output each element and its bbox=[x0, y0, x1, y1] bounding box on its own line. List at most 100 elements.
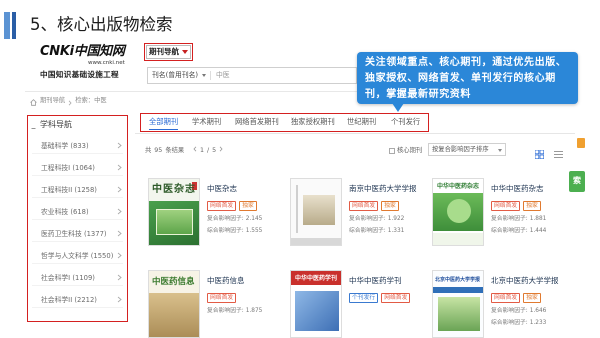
journal-title-link[interactable]: 中医药信息 bbox=[207, 276, 245, 285]
search-field-select[interactable]: 刊名(曾用刊名) bbox=[152, 71, 198, 80]
impact-label: 复合影响因子: bbox=[207, 308, 244, 314]
nav-select-box: 期刊导航 bbox=[146, 45, 191, 59]
sidebar-item-label: 工程科技II (1258) bbox=[41, 185, 97, 194]
tab-3[interactable]: 网络首发期刊 bbox=[235, 114, 279, 130]
tabs-divider bbox=[135, 133, 575, 134]
sidebar-item[interactable]: 社会科学II (2212) bbox=[32, 292, 123, 308]
subject-navigation-panel: 学科导航 基础科学 (833) 工程科技I (1064) 工程科技II (1258)… bbox=[27, 115, 128, 322]
sidebar-item[interactable]: 哲学与人文科学 (1550) bbox=[32, 248, 123, 264]
tag-badge: 个刊发行 bbox=[349, 293, 379, 303]
tab-2[interactable]: 学术期刊 bbox=[192, 114, 221, 130]
side-search-label: 索 bbox=[573, 176, 581, 185]
impact-label: 综合影响因子: bbox=[207, 228, 244, 234]
tab-4[interactable]: 独家授权期刊 bbox=[291, 114, 335, 130]
journal-card: 北京中医药大学学报 北京中医药大学学报 网络首发 独家 复合影响因子: 1.646 综合影响… bbox=[432, 270, 567, 338]
cnki-logo[interactable]: CNKi中国知网 www.cnki.net 中国知识基础设施工程 bbox=[38, 44, 132, 82]
tag-badge: 独家 bbox=[523, 201, 541, 211]
slide: 5、核心出版物检索 CNKi中国知网 www.cnki.net 中国知识基础设施… bbox=[0, 0, 600, 338]
sidebar-item[interactable]: 工程科技I (1064) bbox=[32, 160, 123, 176]
callout-text: 关注领域重点、核心期刊，通过优先出版、独家授权、网络首发、单刊发行的核心期刊，掌… bbox=[365, 57, 567, 100]
journal-cover[interactable]: 中医杂志 bbox=[148, 178, 200, 246]
journal-cover[interactable] bbox=[290, 178, 342, 246]
impact-value: 1.881 bbox=[529, 216, 547, 222]
sidebar-title: 学科导航 bbox=[40, 120, 72, 129]
prev-page-icon[interactable] bbox=[193, 146, 197, 155]
impact-value: 1.233 bbox=[529, 320, 547, 326]
cover-photo bbox=[438, 297, 480, 331]
pager: 1 / 5 bbox=[193, 146, 223, 155]
journal-tags: 网络首发 独家 bbox=[491, 293, 541, 303]
chevron-right-icon bbox=[117, 252, 123, 259]
impact-value: 1.444 bbox=[529, 228, 547, 234]
caret-down-icon bbox=[182, 50, 188, 54]
cover-photo bbox=[295, 291, 339, 331]
cover-title-text: 中华中医药学刊 bbox=[295, 275, 338, 282]
tab-6[interactable]: 个刊发行 bbox=[391, 114, 420, 130]
current-page: 1 bbox=[200, 147, 205, 154]
journal-card: 中医药信息 中医药信息 网络首发 复合影响因子: 1.875 bbox=[148, 270, 283, 338]
impact-value: 1.555 bbox=[245, 228, 263, 234]
journal-title-link[interactable]: 中华中医药学刊 bbox=[349, 276, 402, 285]
grid-view-icon[interactable] bbox=[534, 144, 545, 163]
core-journal-checkbox[interactable] bbox=[389, 147, 395, 154]
caret-down-icon bbox=[202, 74, 206, 77]
journal-nav-select[interactable]: 期刊导航 bbox=[144, 43, 193, 61]
sidebar-item[interactable]: 基础科学 (833) bbox=[32, 138, 123, 154]
impact-value: 1.646 bbox=[529, 308, 547, 314]
sidebar-item[interactable]: 农业科技 (618) bbox=[32, 204, 123, 220]
journal-title-link[interactable]: 中华中医药杂志 bbox=[491, 184, 544, 193]
sidebar-item-label: 社会科学I (1109) bbox=[41, 273, 95, 282]
logo-url: www.cnki.net bbox=[88, 60, 125, 66]
cover-photo bbox=[303, 195, 335, 225]
total-pages: 5 bbox=[212, 147, 217, 154]
cover-title-text: 北京中医药大学学报 bbox=[435, 277, 481, 283]
journal-cover[interactable]: 北京中医药大学学报 bbox=[432, 270, 484, 338]
chevron-right-icon bbox=[117, 164, 123, 171]
breadcrumb-current: 检索：中医 bbox=[75, 97, 107, 104]
journal-title-link[interactable]: 北京中医药大学学报 bbox=[491, 276, 559, 285]
page-separator: / bbox=[207, 147, 210, 154]
callout-pointer bbox=[392, 103, 404, 112]
cover-title-text: 中医药信息 bbox=[152, 277, 195, 287]
comprehensive-impact-factor: 综合影响因子: 1.555 bbox=[207, 227, 262, 235]
home-icon[interactable] bbox=[30, 91, 37, 110]
composite-impact-factor: 复合影响因子: 1.922 bbox=[349, 215, 404, 223]
journal-title-link[interactable]: 中医杂志 bbox=[207, 184, 237, 193]
sidebar-item[interactable]: 社会科学I (1109) bbox=[32, 270, 123, 286]
impact-label: 复合影响因子: bbox=[491, 216, 528, 222]
next-page-icon[interactable] bbox=[219, 146, 223, 155]
sidebar-item[interactable]: 医药卫生科技 (1377) bbox=[32, 226, 123, 242]
sidebar-item[interactable]: 工程科技II (1258) bbox=[32, 182, 123, 198]
chevron-right-icon bbox=[117, 208, 123, 215]
chevron-right-icon bbox=[117, 296, 123, 303]
list-view-icon[interactable] bbox=[554, 144, 563, 163]
sidebar-item-label: 医药卫生科技 (1377) bbox=[41, 229, 107, 238]
core-journal-filter[interactable]: 核心期刊 bbox=[389, 146, 422, 155]
breadcrumb-root[interactable]: 期刊导航 bbox=[40, 96, 65, 105]
journal-cover[interactable]: 中医药信息 bbox=[148, 270, 200, 338]
divider bbox=[210, 71, 211, 80]
search-bar: 刊名(曾用刊名) 中医 bbox=[147, 67, 357, 84]
journal-title-link[interactable]: 南京中医药大学学报 bbox=[349, 184, 417, 193]
title-accent-bar bbox=[4, 12, 10, 39]
side-search-button[interactable]: 索 bbox=[569, 171, 585, 192]
tab-1[interactable]: 全部期刊 bbox=[149, 114, 179, 130]
cover-photo bbox=[156, 209, 193, 235]
impact-value: 1.331 bbox=[387, 228, 405, 234]
side-widget-orange[interactable] bbox=[577, 138, 585, 148]
sidebar-item-label: 工程科技I (1064) bbox=[41, 163, 95, 172]
sidebar-header[interactable]: 学科导航 bbox=[31, 119, 72, 131]
cover-footer bbox=[291, 238, 341, 245]
tag-badge: 独家 bbox=[523, 293, 541, 303]
results-total: 95 bbox=[154, 147, 163, 154]
callout-box: 关注领域重点、核心期刊，通过优先出版、独家授权、网络首发、单刊发行的核心期刊，掌… bbox=[357, 52, 578, 104]
tab-5[interactable]: 世纪期刊 bbox=[347, 114, 376, 130]
journal-cover[interactable]: 中华中医药杂志 bbox=[432, 178, 484, 246]
journal-tags: 网络首发 独家 bbox=[491, 201, 541, 211]
search-input[interactable]: 中医 bbox=[216, 71, 230, 80]
sort-select[interactable]: 按复合影响因子排序 bbox=[428, 143, 506, 156]
journal-card: 中医杂志 中医杂志 网络首发 独家 复合影响因子: 2.145 综合影响因子: 1.555 bbox=[148, 178, 283, 248]
cover-title-text: 中医杂志 bbox=[152, 184, 196, 195]
cover-stripe bbox=[296, 185, 298, 233]
journal-cover[interactable]: 中华中医药学刊 bbox=[290, 270, 342, 338]
